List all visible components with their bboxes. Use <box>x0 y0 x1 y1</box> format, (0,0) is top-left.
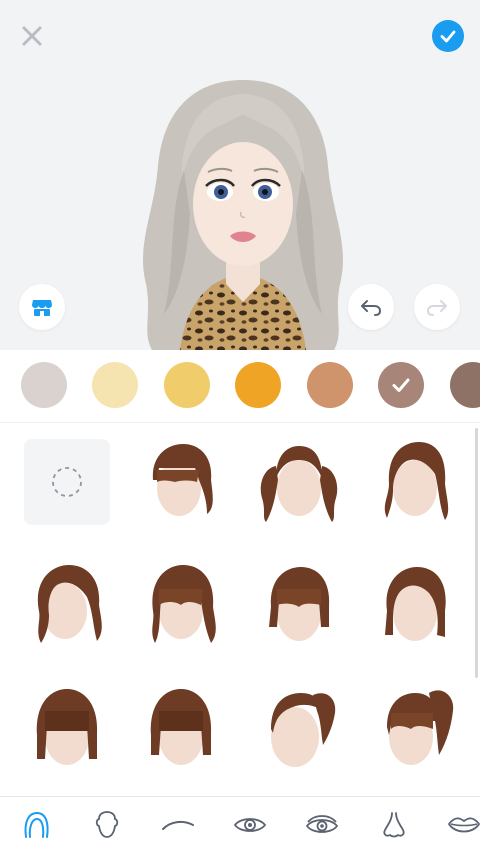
check-circle-icon <box>440 30 456 43</box>
lips-icon <box>447 817 480 833</box>
tab-eyes[interactable] <box>230 807 270 843</box>
hair-style-option[interactable] <box>372 561 458 647</box>
close-icon <box>22 26 42 46</box>
hair-high-ponytail-side-icon <box>271 693 336 767</box>
face-shape-icon <box>95 811 119 838</box>
nose-icon <box>383 812 405 838</box>
store-icon <box>32 300 52 316</box>
no-hair-option[interactable] <box>24 439 110 525</box>
hair-style-option[interactable] <box>256 685 342 771</box>
close-button[interactable] <box>16 20 48 52</box>
hair-style-option[interactable] <box>138 439 224 525</box>
eye-detail-icon <box>305 815 339 833</box>
hair-style-option[interactable] <box>138 561 224 647</box>
hair-straight-bob-bangs-icon <box>269 567 330 641</box>
avatar-preview-area <box>0 0 480 350</box>
color-swatch[interactable] <box>164 362 210 408</box>
color-swatch[interactable] <box>307 362 353 408</box>
confirm-button[interactable] <box>432 20 464 52</box>
tab-nose[interactable] <box>374 807 414 843</box>
avatar-editor <box>0 0 480 854</box>
hair-side-part-bob-icon <box>385 567 446 641</box>
undo-button[interactable] <box>348 284 394 330</box>
hair-style-option[interactable] <box>24 561 110 647</box>
color-swatch[interactable] <box>235 362 281 408</box>
hair-twin-ponytails-icon <box>260 446 338 522</box>
redo-button[interactable] <box>414 284 460 330</box>
hair-style-option[interactable] <box>372 685 458 771</box>
hair-wavy-bangs-icon <box>152 565 216 643</box>
hair-side-part-medium-icon <box>384 442 449 520</box>
hair-icon <box>24 811 49 838</box>
hair-high-ponytail-bangs-icon <box>387 690 454 765</box>
eyebrow-icon <box>162 820 194 830</box>
color-swatch-selected[interactable] <box>378 362 424 408</box>
hair-style-option[interactable] <box>256 439 342 525</box>
color-swatch[interactable] <box>92 362 138 408</box>
color-swatch[interactable] <box>21 362 67 408</box>
hair-style-option[interactable] <box>256 561 342 647</box>
hair-style-grid <box>0 422 480 796</box>
hair-short-bob-bangs-icon <box>152 444 213 516</box>
color-swatch[interactable] <box>450 362 480 408</box>
tab-face-shape[interactable] <box>87 807 127 843</box>
avatar-figure <box>143 80 343 350</box>
hair-side-part-wavy-icon <box>37 565 102 643</box>
tab-eyebrows[interactable] <box>158 807 198 843</box>
empty-dashed-circle-icon <box>52 467 82 497</box>
category-tab-bar <box>0 796 480 854</box>
hair-style-option[interactable] <box>372 439 458 525</box>
hair-bob-blunt-bangs-short-icon <box>150 689 212 765</box>
tab-lips[interactable] <box>444 807 480 843</box>
tab-eye-detail[interactable] <box>302 807 342 843</box>
grid-scrollbar[interactable] <box>475 428 478 678</box>
eye-icon <box>233 818 267 832</box>
hair-color-swatches <box>0 350 480 422</box>
undo-icon <box>361 300 382 316</box>
store-button[interactable] <box>19 284 65 330</box>
checkmark-icon <box>392 378 410 392</box>
tab-hair[interactable] <box>16 807 56 843</box>
redo-icon <box>426 300 447 316</box>
hair-style-option[interactable] <box>24 685 110 771</box>
hair-style-option[interactable] <box>138 685 224 771</box>
hair-bob-blunt-bangs-icon <box>36 689 98 765</box>
